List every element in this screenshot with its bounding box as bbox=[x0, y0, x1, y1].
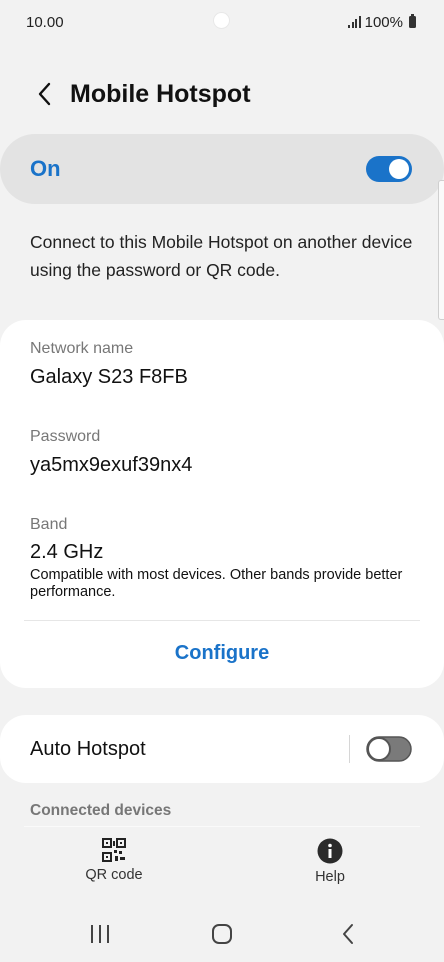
band-label: Band bbox=[30, 516, 68, 533]
qr-code-label: QR code bbox=[85, 867, 143, 883]
system-nav-bar bbox=[0, 912, 444, 956]
status-time: 10.00 bbox=[26, 13, 64, 31]
divider bbox=[24, 826, 420, 827]
master-switch-toggle[interactable] bbox=[366, 156, 412, 182]
network-name-label: Network name bbox=[30, 340, 134, 357]
back-button[interactable] bbox=[24, 74, 64, 114]
divider bbox=[24, 620, 420, 621]
configure-button[interactable]: Configure bbox=[0, 632, 444, 674]
network-info-card: Network name Galaxy S23 F8FB Password ya… bbox=[0, 320, 444, 688]
auto-hotspot-label: Auto Hotspot bbox=[30, 737, 146, 760]
status-indicators: 100% bbox=[348, 14, 416, 31]
help-button[interactable]: Help bbox=[296, 838, 364, 885]
page-title: Mobile Hotspot bbox=[70, 79, 251, 108]
back-arrow-icon bbox=[38, 82, 51, 106]
bottom-toolbar: QR code Help bbox=[0, 838, 444, 894]
recent-apps-button[interactable] bbox=[72, 912, 128, 956]
vertical-divider bbox=[349, 735, 350, 763]
qr-code-icon bbox=[102, 838, 126, 862]
master-switch-bar[interactable]: On bbox=[0, 134, 444, 204]
band-value[interactable]: 2.4 GHz bbox=[30, 541, 103, 564]
info-icon bbox=[317, 838, 343, 864]
help-label: Help bbox=[315, 869, 345, 885]
signal-icon bbox=[348, 16, 361, 28]
camera-cutout bbox=[214, 13, 229, 28]
password-value[interactable]: ya5mx9exuf39nx4 bbox=[30, 454, 192, 477]
home-icon bbox=[212, 924, 232, 944]
battery-percent: 100% bbox=[364, 13, 403, 31]
back-icon bbox=[343, 924, 353, 944]
auto-hotspot-toggle[interactable] bbox=[366, 736, 412, 762]
battery-icon bbox=[409, 14, 416, 28]
scrollbar[interactable] bbox=[438, 180, 444, 320]
auto-hotspot-controls bbox=[349, 735, 412, 763]
password-label: Password bbox=[30, 428, 101, 445]
auto-hotspot-row[interactable]: Auto Hotspot bbox=[0, 715, 444, 783]
qr-code-button[interactable]: QR code bbox=[80, 838, 148, 883]
toggle-off-icon bbox=[366, 736, 412, 762]
home-button[interactable] bbox=[194, 912, 250, 956]
nav-back-button[interactable] bbox=[320, 912, 376, 956]
hotspot-description: Connect to this Mobile Hotspot on anothe… bbox=[30, 232, 413, 280]
network-name-value[interactable]: Galaxy S23 F8FB bbox=[30, 366, 188, 389]
band-note: Compatible with most devices. Other band… bbox=[30, 567, 403, 600]
toggle-knob bbox=[389, 159, 409, 179]
connected-devices-label: Connected devices bbox=[30, 802, 172, 819]
master-switch-label: On bbox=[30, 156, 61, 181]
recent-apps-icon bbox=[91, 925, 109, 943]
header: Mobile Hotspot bbox=[0, 70, 444, 118]
